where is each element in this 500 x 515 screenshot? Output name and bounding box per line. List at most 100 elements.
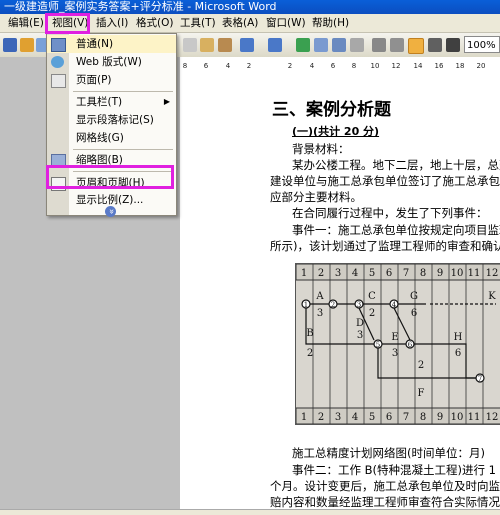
header-footer-highlight: [46, 165, 174, 189]
tables-borders-icon[interactable]: [314, 38, 328, 52]
doc-line: 某办公楼工程。地下二层，地上十层，总建筑: [292, 158, 500, 172]
doc-line: 应部分主要材料。: [270, 190, 362, 204]
undo-icon[interactable]: [240, 38, 254, 52]
diagram-footer-num: 10: [451, 412, 464, 423]
horizontal-ruler[interactable]: 8 6 4 2 2 4 6 8 10 12 14 16 18 20: [180, 57, 500, 74]
save-icon[interactable]: [3, 38, 17, 52]
diagram-header-num: 1: [301, 268, 307, 279]
activity-label: C: [368, 291, 376, 302]
page-view-icon: [51, 74, 66, 88]
menu-item-show-paragraph-marks[interactable]: 显示段落标记(S): [47, 111, 176, 129]
menu-table[interactable]: 表格(A): [222, 16, 258, 31]
ruler-tick: 6: [330, 62, 336, 70]
pilcrow-icon[interactable]: [446, 38, 460, 52]
diagram-footer-num: 12: [486, 412, 499, 423]
activity-label: D: [356, 318, 364, 329]
menu-format[interactable]: 格式(O): [136, 16, 173, 31]
menu-item-gridlines[interactable]: 网格线(G): [47, 129, 176, 147]
web-layout-icon: [51, 56, 64, 68]
diagram-header-num: 12: [486, 268, 499, 279]
node-label: 3: [357, 301, 361, 309]
doc-line: 在合同履行过程中，发生了下列事件：: [292, 206, 488, 220]
show-hide-icon[interactable]: [428, 38, 442, 52]
node-label: 5: [376, 341, 380, 349]
diagram-footer-num: 7: [403, 412, 409, 423]
format-painter-icon[interactable]: [218, 38, 232, 52]
status-bar: [0, 509, 500, 515]
diagram-header-num: 3: [335, 268, 341, 279]
diagram-caption: 施工总精度计划网络图(时间单位：月): [292, 446, 485, 460]
node-label: 1: [304, 301, 308, 309]
menu-item-normal[interactable]: 普通(N): [47, 35, 176, 53]
diagram-footer-num: 2: [318, 412, 324, 423]
drawing-icon[interactable]: [390, 38, 404, 52]
menu-item-label: 显示段落标记(S): [76, 114, 154, 126]
diagram-footer-num: 1: [301, 412, 307, 423]
ruler-tick: 14: [413, 62, 423, 70]
document-map-icon[interactable]: [408, 38, 424, 54]
redo-icon[interactable]: [268, 38, 282, 52]
view-menu-highlight: [45, 13, 90, 34]
ruler-tick: 4: [225, 62, 231, 70]
activity-label: A: [315, 291, 324, 302]
hyperlink-icon[interactable]: [296, 38, 310, 52]
expand-menu-chevron-icon[interactable]: »: [105, 206, 116, 217]
question-subheading: (一)(共计 20 分): [292, 125, 380, 138]
doc-line: 赔内容和数量经监理工程师审查符合实际情况。: [270, 495, 500, 509]
ruler-tick: 4: [309, 62, 315, 70]
menu-item-label: 工具栏(T): [76, 96, 123, 108]
menu-edit[interactable]: 编辑(E): [8, 16, 44, 31]
insert-table-icon[interactable]: [332, 38, 346, 52]
menu-tools[interactable]: 工具(T): [180, 16, 216, 31]
menu-item-label: 普通(N): [76, 38, 114, 50]
doc-line: 所示)，该计划通过了监理工程师的审查和确认。: [270, 239, 500, 253]
diagram-footer-num: 3: [335, 412, 341, 423]
menu-item-web-layout[interactable]: Web 版式(W): [47, 53, 176, 71]
duration-label: 6: [411, 308, 417, 319]
menu-item-label: 页面(P): [76, 74, 112, 86]
section-heading: 三、案例分析题: [272, 100, 391, 120]
columns-icon[interactable]: [372, 38, 386, 52]
activity-label: H: [454, 332, 463, 343]
zoom-select[interactable]: 100%: [464, 36, 500, 53]
diagram-footer-num: 9: [437, 412, 443, 423]
submenu-arrow-icon: ▶: [163, 97, 170, 106]
node-label: 2: [331, 301, 335, 309]
menu-window[interactable]: 窗口(W): [266, 16, 306, 31]
duration-label: 6: [455, 348, 461, 359]
menu-item-label: 网格线(G): [76, 132, 124, 144]
menu-help[interactable]: 帮助(H): [312, 16, 349, 31]
doc-line: 背景材料：: [292, 142, 350, 156]
activity-label: G: [410, 291, 418, 302]
paste-icon[interactable]: [200, 38, 214, 52]
diagram-header-num: 11: [468, 268, 481, 279]
diagram-footer-num: 5: [369, 412, 375, 423]
diagram-header-num: 5: [369, 268, 375, 279]
open-icon[interactable]: [20, 38, 34, 52]
menu-insert[interactable]: 插入(I): [96, 16, 128, 31]
ruler-tick: 8: [351, 62, 357, 70]
document-page[interactable]: 三、案例分析题 (一)(共计 20 分) 背景材料： 某办公楼工程。地下二层，地…: [180, 73, 500, 509]
copy-icon[interactable]: [183, 38, 197, 52]
activity-label: E: [391, 332, 398, 343]
duration-label: 3: [317, 308, 323, 319]
duration-label: 2: [307, 348, 313, 359]
diagram-header-num: 10: [451, 268, 464, 279]
duration-label: 2: [418, 360, 424, 371]
node-label: 6: [408, 341, 413, 349]
menu-item-toolbars[interactable]: 工具栏(T) ▶: [47, 93, 176, 111]
ruler-tick: 12: [391, 62, 401, 70]
window-title-bar: 一级建造师_案例实务答案+评分标准 - Microsoft Word: [0, 0, 500, 14]
diagram-header-num: 2: [318, 268, 324, 279]
menu-item-label: Web 版式(W): [76, 56, 142, 68]
activity-label: F: [418, 388, 425, 399]
menu-item-print-layout[interactable]: 页面(P): [47, 71, 176, 89]
diagram-footer-num: 11: [468, 412, 481, 423]
ruler-tick: 18: [455, 62, 465, 70]
node-label: 4: [392, 301, 397, 309]
insert-excel-icon[interactable]: [350, 38, 364, 52]
doc-line: 事件二：工作 B(特种混凝土工程)进行 1 个月: [292, 463, 500, 477]
diagram-header-num: 6: [386, 268, 392, 279]
menu-separator: [73, 91, 173, 92]
duration-label: 2: [369, 308, 375, 319]
